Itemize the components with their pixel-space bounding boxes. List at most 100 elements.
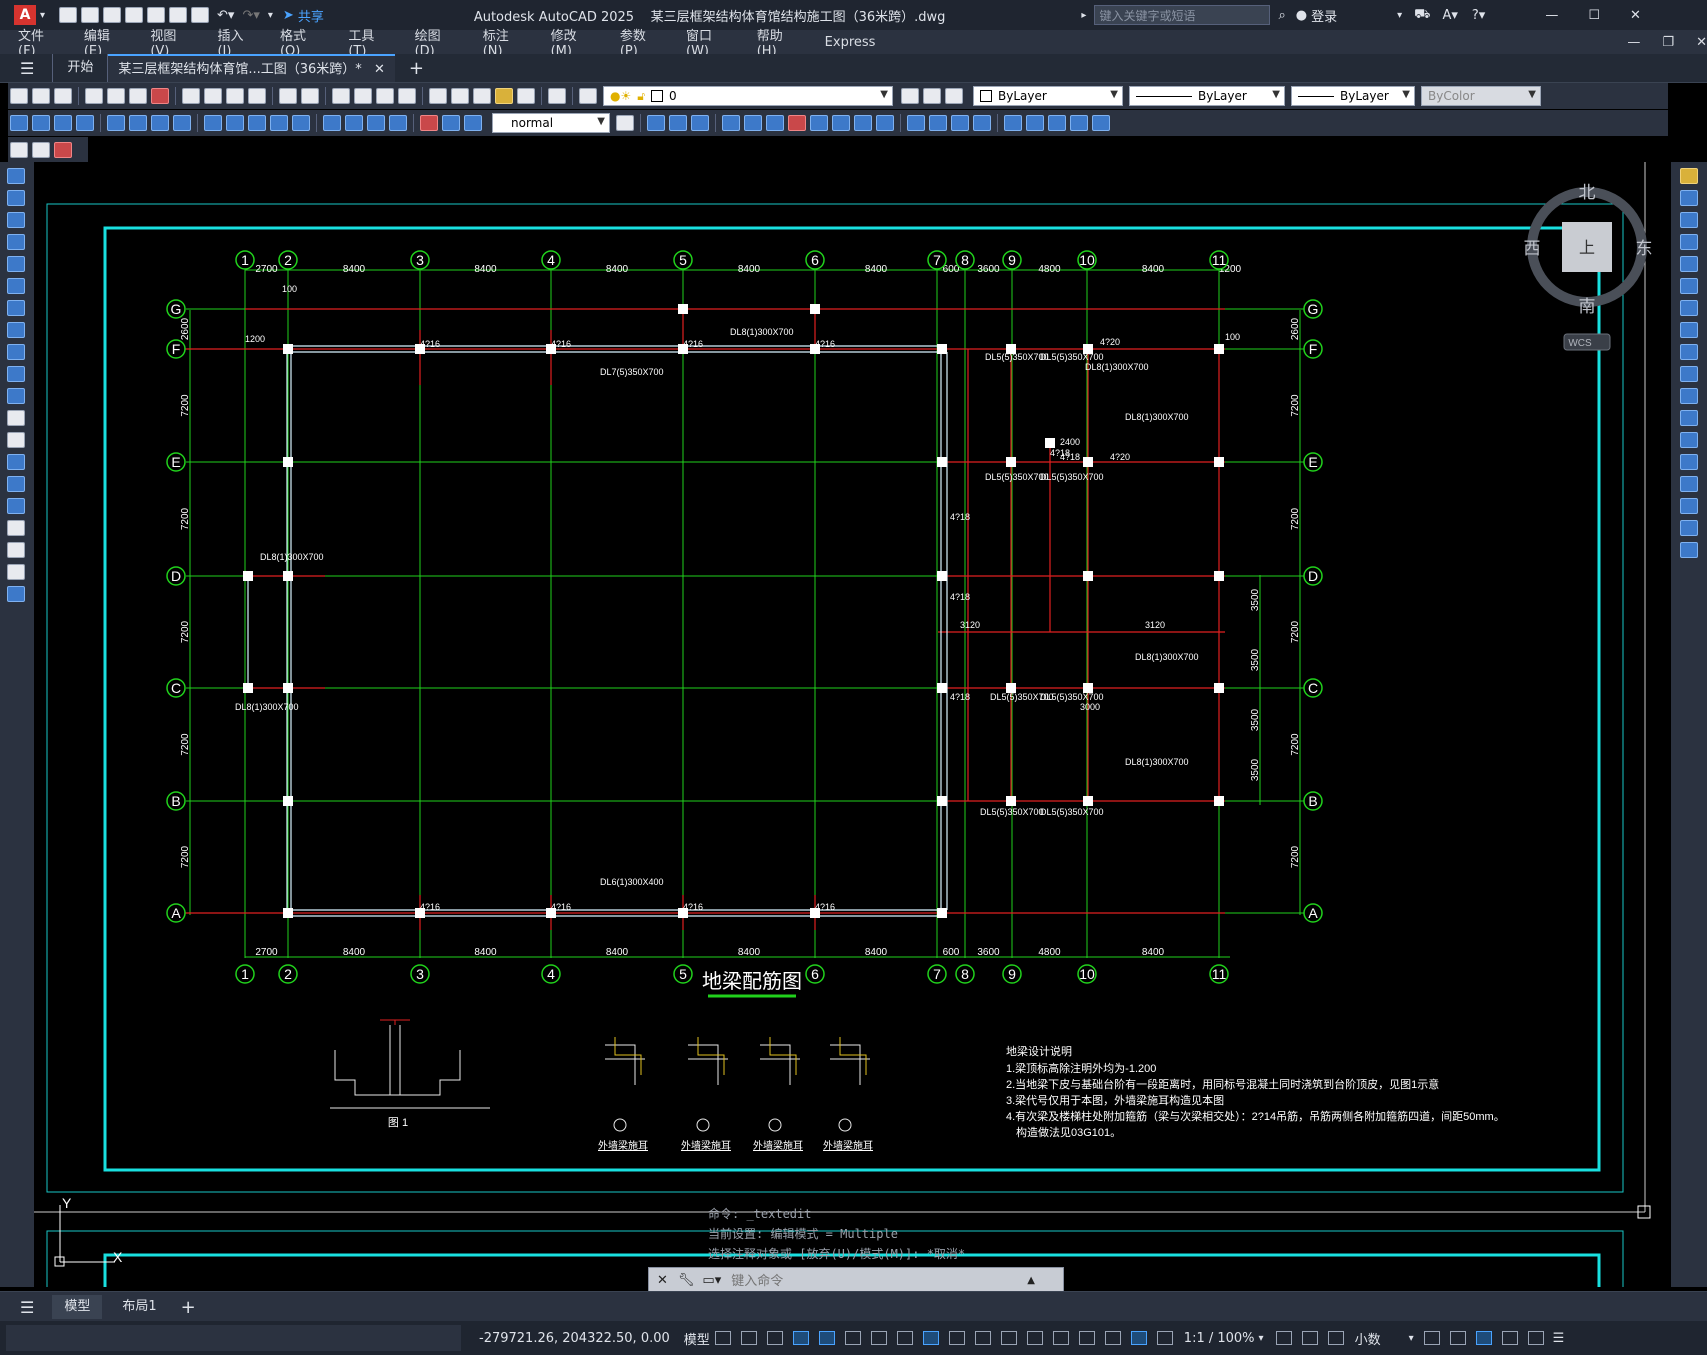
arc-icon[interactable] [7, 278, 25, 294]
3d-array-icon[interactable] [1070, 115, 1088, 131]
extrude-icon[interactable] [722, 115, 740, 131]
baseline-dim-icon[interactable] [226, 115, 244, 131]
thicken-icon[interactable] [929, 115, 947, 131]
3d-rotate-icon[interactable] [1026, 115, 1044, 131]
center-mark-icon[interactable] [345, 115, 363, 131]
3d-mirror-icon[interactable] [1092, 115, 1110, 131]
share-button[interactable]: 共享 [298, 6, 324, 25]
jogged-dim-icon[interactable] [129, 115, 147, 131]
scale-icon[interactable] [1680, 322, 1698, 338]
rectangle-icon[interactable] [7, 256, 25, 272]
dynamic-ucs-icon[interactable] [1052, 1331, 1069, 1345]
annotation-scale[interactable]: 1:1 / 100% [1184, 1331, 1255, 1346]
viewcube-west[interactable]: 西 [1524, 239, 1541, 258]
polar-icon[interactable] [844, 1331, 861, 1345]
color-dropdown[interactable]: ByLayer ▼ [973, 86, 1123, 106]
cart-icon[interactable]: ⛟ [1414, 7, 1430, 24]
auto-scale-icon[interactable] [1156, 1331, 1173, 1345]
cmd-customize-icon[interactable]: 🔧︎ [678, 1273, 695, 1288]
web-open-icon[interactable] [147, 7, 166, 23]
cmd-recent-icon[interactable]: ▭▾ [702, 1273, 721, 1288]
make-block-icon[interactable] [7, 432, 25, 448]
tab-layout1[interactable]: 布局1 [110, 1295, 168, 1319]
annotation-monitor-icon[interactable] [1301, 1331, 1318, 1345]
add-selected-icon[interactable] [7, 586, 25, 602]
workspace-gear-icon[interactable] [1275, 1331, 1292, 1345]
stretch-icon[interactable] [1680, 344, 1698, 360]
array-icon[interactable] [1680, 256, 1698, 272]
doc-minimize-icon[interactable]: — [1627, 35, 1640, 50]
move-icon[interactable] [1680, 278, 1698, 294]
publish-icon[interactable] [129, 88, 147, 104]
explode-icon[interactable] [1680, 542, 1698, 558]
app-menu-chevron-icon[interactable]: ▾ [40, 10, 45, 21]
circle-icon[interactable] [7, 300, 25, 316]
quick-dim-icon[interactable] [204, 115, 222, 131]
viewcube-south[interactable]: 南 [1579, 297, 1596, 316]
revision-cloud-icon[interactable] [7, 322, 25, 338]
linetype-dropdown[interactable]: ByLayer ▼ [1129, 86, 1285, 106]
spline-icon[interactable] [7, 344, 25, 360]
trim-icon[interactable] [1680, 366, 1698, 382]
subtract-icon[interactable] [854, 115, 872, 131]
calculator-icon[interactable] [517, 88, 535, 104]
3d-osnap-icon[interactable] [1026, 1331, 1043, 1345]
pan-icon[interactable] [332, 88, 350, 104]
design-center-icon[interactable] [451, 88, 469, 104]
dim-edit-icon[interactable] [420, 115, 438, 131]
revolve-icon[interactable] [788, 115, 806, 131]
radius-dim-icon[interactable] [107, 115, 125, 131]
tolerance-icon[interactable] [323, 115, 341, 131]
units-icon[interactable] [1327, 1331, 1344, 1345]
jogged-linear-icon[interactable] [389, 115, 407, 131]
gizmo-icon[interactable] [1104, 1331, 1121, 1345]
block-editor-icon[interactable] [10, 142, 28, 158]
viewcube-east[interactable]: 东 [1636, 239, 1653, 258]
menu-express[interactable]: Express [825, 35, 876, 50]
gradient-icon[interactable] [7, 498, 25, 514]
help-icon[interactable]: ?▾ [1472, 8, 1485, 23]
copy-icon[interactable] [204, 88, 222, 104]
offset-icon[interactable] [1680, 234, 1698, 250]
dim-text-edit-icon[interactable] [442, 115, 460, 131]
selection-cycling-icon[interactable] [1000, 1331, 1017, 1345]
search-icon[interactable]: ⌕ [1278, 8, 1285, 23]
extend-icon[interactable] [1680, 388, 1698, 404]
3d-move-icon[interactable] [1004, 115, 1022, 131]
tab-model[interactable]: 模型 [52, 1295, 103, 1319]
point-icon[interactable] [7, 454, 25, 470]
arc-length-icon[interactable] [54, 115, 72, 131]
search-input[interactable]: 键入关键字或短语 [1094, 5, 1271, 25]
section-icon[interactable] [973, 115, 991, 131]
paste-icon[interactable] [226, 88, 244, 104]
new-tab-button[interactable]: + [409, 58, 424, 79]
tab-document[interactable]: 某三层框架结构体育馆...工图（36米跨）* ✕ [108, 54, 395, 82]
diameter-dim-icon[interactable] [151, 115, 169, 131]
attribute-edit-icon[interactable] [32, 142, 50, 158]
qnew-icon[interactable] [10, 88, 28, 104]
selection-filter-icon[interactable] [1078, 1331, 1095, 1345]
angular-dim-icon[interactable] [173, 115, 191, 131]
box-icon[interactable] [647, 115, 665, 131]
quick-properties-icon[interactable] [1423, 1331, 1440, 1345]
ortho-icon[interactable] [818, 1331, 835, 1345]
customization-icon[interactable]: ☰ [1553, 1331, 1565, 1346]
mirror-icon[interactable] [1680, 212, 1698, 228]
web-save-icon[interactable] [169, 7, 188, 23]
union-icon[interactable] [832, 115, 850, 131]
ellipse-icon[interactable] [7, 366, 25, 382]
interfere-icon[interactable] [951, 115, 969, 131]
inspection-icon[interactable] [367, 115, 385, 131]
dim-style-manager-icon[interactable] [616, 115, 634, 131]
undo-icon[interactable]: ↶▾ [217, 8, 234, 23]
fillet-icon[interactable] [1680, 498, 1698, 514]
layer-previous-icon[interactable] [945, 88, 963, 104]
construction-line-icon[interactable] [7, 190, 25, 206]
units-value[interactable]: 小数 [1355, 1329, 1381, 1348]
match-properties-icon[interactable] [248, 88, 266, 104]
lineweight-dropdown[interactable]: ByLayer ▼ [1291, 86, 1415, 106]
lineweight-icon[interactable] [948, 1331, 965, 1345]
layer-properties-icon[interactable] [579, 88, 597, 104]
dim-space-icon[interactable] [270, 115, 288, 131]
slice-icon[interactable] [907, 115, 925, 131]
